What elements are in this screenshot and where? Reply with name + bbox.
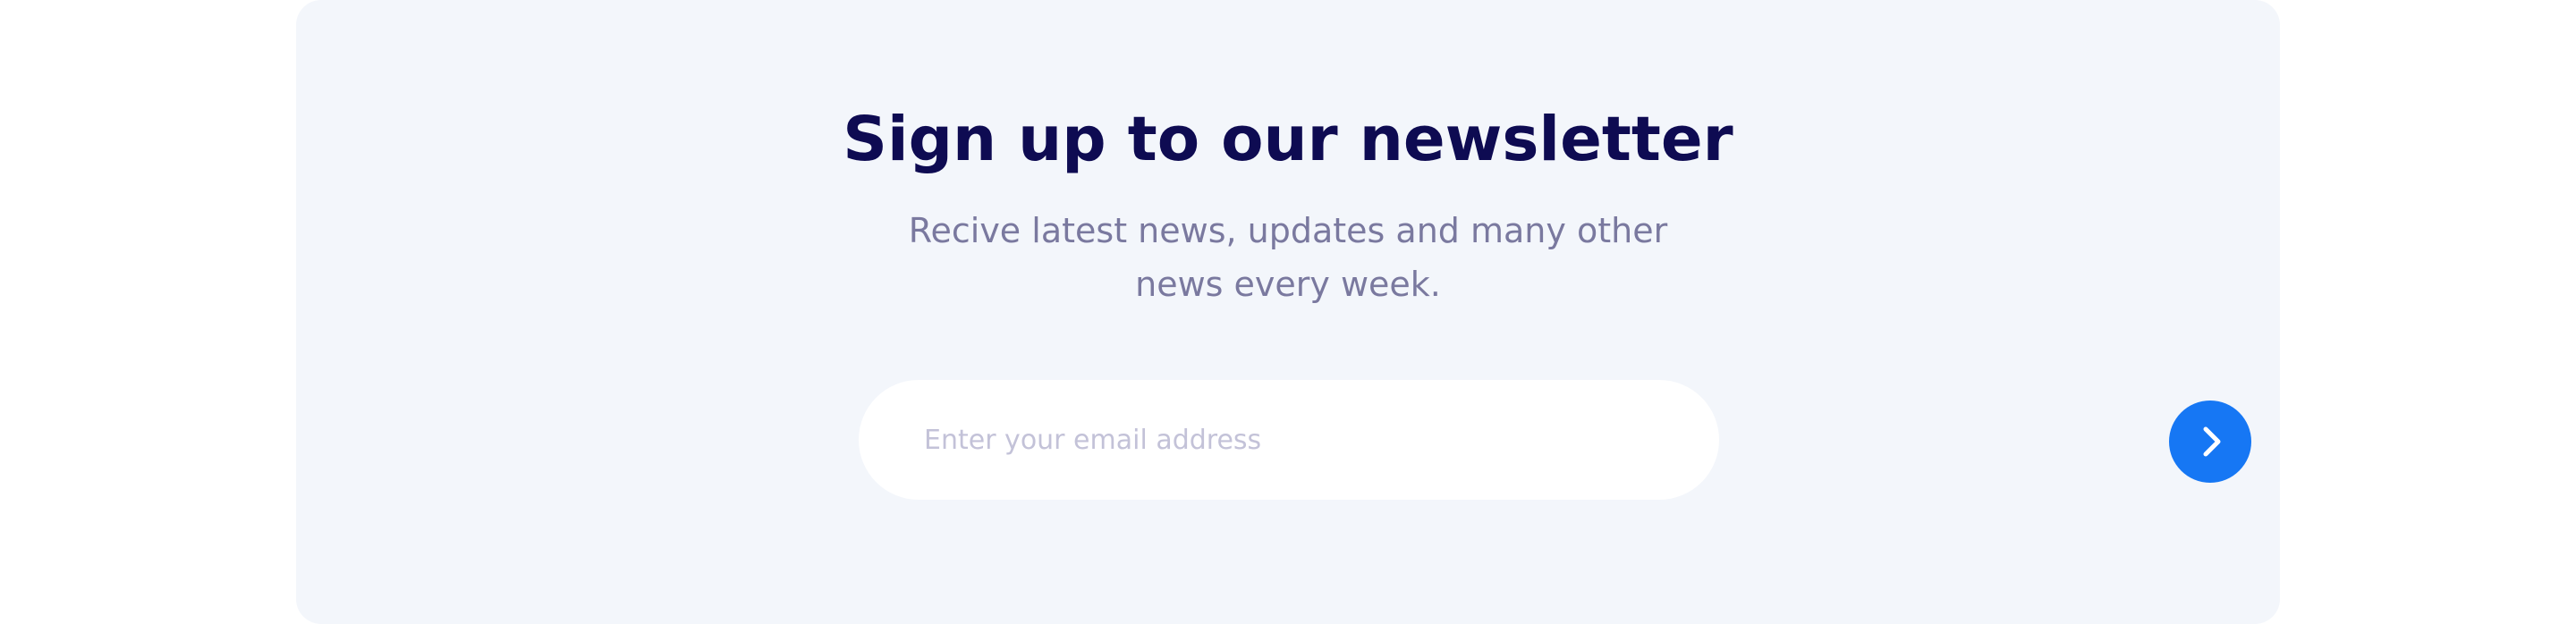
- newsletter-subtitle-line-2: news every week.: [1135, 265, 1441, 304]
- email-input[interactable]: [924, 413, 1550, 467]
- subscribe-button[interactable]: [2169, 401, 2251, 483]
- newsletter-subtitle-line-1: Recive latest news, updates and many oth…: [908, 211, 1668, 250]
- newsletter-form: [859, 380, 2251, 500]
- newsletter-title: Sign up to our newsletter: [843, 104, 1733, 175]
- newsletter-subtitle: Recive latest news, updates and many oth…: [296, 204, 2280, 311]
- newsletter-section: Sign up to our newsletter Recive latest …: [296, 0, 2280, 624]
- chevron-right-icon: [2203, 426, 2221, 457]
